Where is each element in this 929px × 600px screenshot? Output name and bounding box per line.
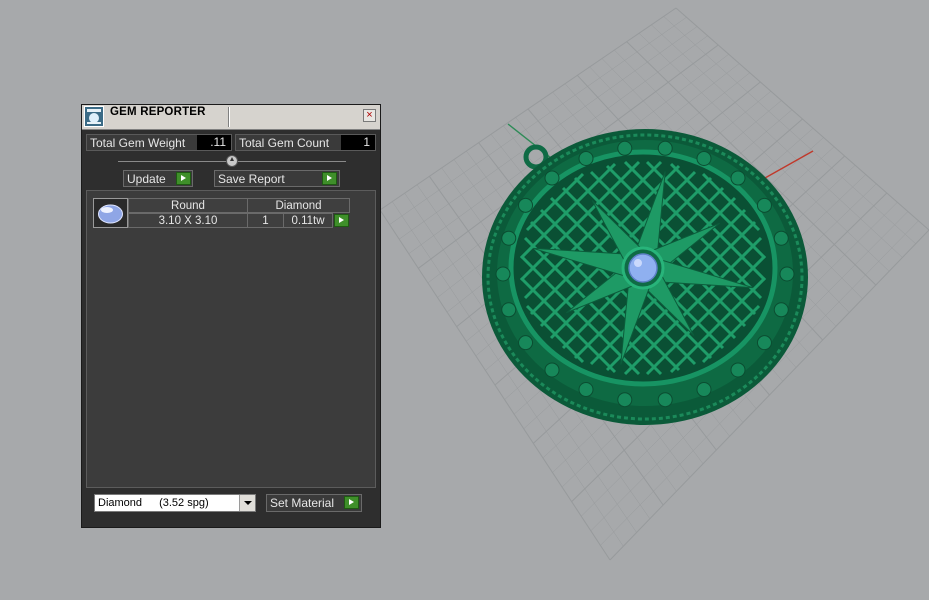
gem-material-cell: Diamond [247,198,350,213]
total-gem-weight-value: .11 [197,135,231,150]
close-icon[interactable]: × [363,109,376,122]
gem-reporter-panel: GEM REPORTER × Total Gem Weight .11 Tota… [81,104,381,528]
title-divider [228,107,230,127]
pendant-model[interactable] [482,129,808,425]
panel-title: GEM REPORTER [110,106,206,118]
slider-handle[interactable] [226,155,238,167]
gem-stone[interactable] [628,253,658,283]
chevron-down-icon[interactable] [239,495,255,511]
round-gem-thumbnail [93,198,128,228]
gem-weight-cell: 0.11tw [283,213,333,228]
update-button[interactable]: Update [123,170,193,187]
gem-row-play-icon[interactable] [334,214,349,227]
save-report-button[interactable]: Save Report [214,170,340,187]
play-icon [344,496,359,509]
play-icon [176,172,191,185]
material-select-spg: (3.52 spg) [159,497,209,509]
gem-list: Round Diamond 3.10 X 3.10 1 0.11tw [86,190,376,488]
gem-reporter-app-icon [84,106,104,127]
set-material-button[interactable]: Set Material [266,494,362,512]
panel-titlebar[interactable]: GEM REPORTER × [82,105,380,130]
gem-count-cell: 1 [247,213,284,228]
material-select[interactable]: Diamond (3.52 spg) [94,494,256,512]
total-gem-count-value: 1 [341,135,375,150]
set-material-button-label: Set Material [270,496,335,510]
update-button-label: Update [127,172,166,186]
gem-size-cell: 3.10 X 3.10 [128,213,248,228]
play-icon [322,172,337,185]
material-select-name: Diamond [98,497,143,509]
save-report-button-label: Save Report [218,172,285,186]
gem-shape-cell: Round [128,198,248,213]
